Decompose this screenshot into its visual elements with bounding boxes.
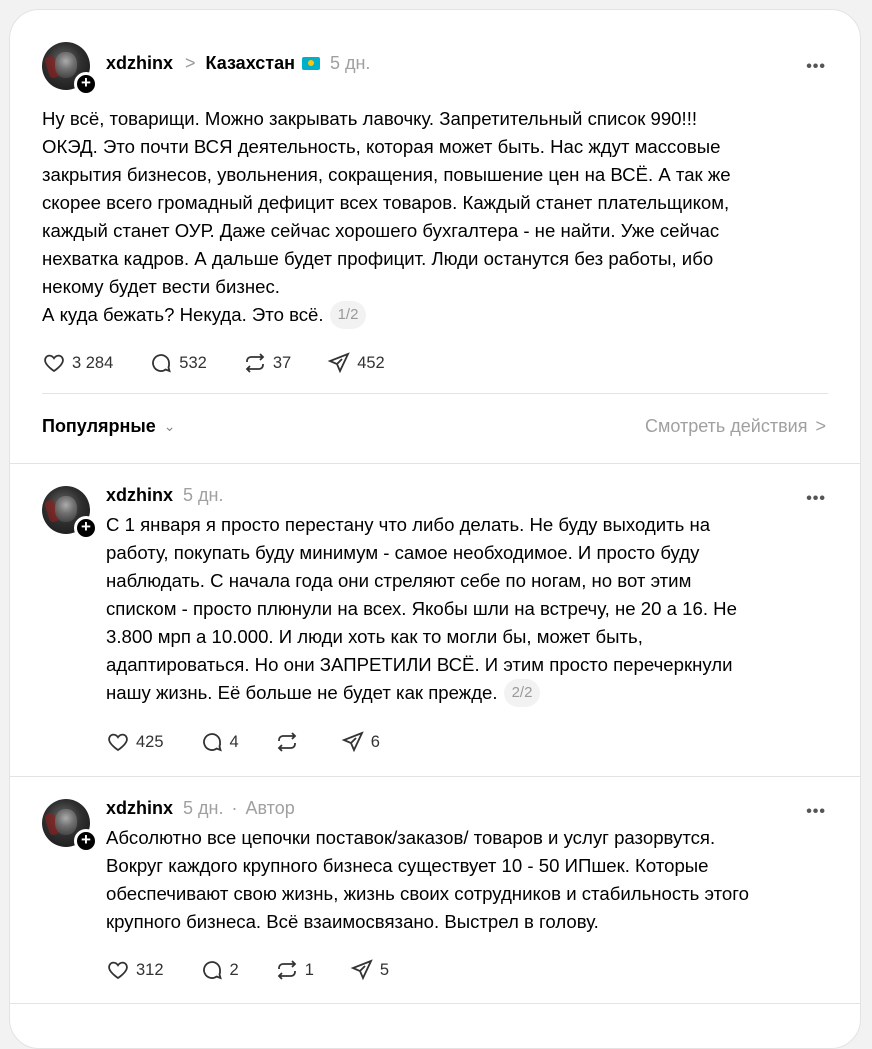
username[interactable]: xdzhinx xyxy=(106,485,173,506)
post-actions: 3 284 532 37 452 xyxy=(42,351,421,375)
share-button[interactable]: 5 xyxy=(350,958,389,982)
reply-count: 532 xyxy=(179,353,207,372)
repost-count: 1 xyxy=(304,960,314,979)
more-options-icon[interactable]: ••• xyxy=(806,490,826,508)
post-time: 5 дн. xyxy=(329,53,371,73)
reply-count: 2 xyxy=(229,960,239,979)
repost-icon xyxy=(245,353,265,373)
divider xyxy=(42,393,828,394)
send-icon xyxy=(327,352,350,374)
reply-text: Абсолютно все цепочки поставок/заказов/ … xyxy=(106,827,749,932)
share-button[interactable]: 452 xyxy=(327,351,385,375)
chevron-right-icon: > xyxy=(185,53,196,73)
heart-icon xyxy=(108,733,128,752)
reply-header: xdzhinx 5 дн. xyxy=(106,485,223,506)
post-header: xdzhinx > Казахстан 5 дн. xyxy=(106,53,370,74)
send-icon xyxy=(350,959,373,981)
share-count: 5 xyxy=(379,960,390,979)
post-body: Ну всё, товарищи. Можно закрывать лавочк… xyxy=(42,108,731,325)
post-time: 5 дн. xyxy=(183,798,224,818)
comment-icon xyxy=(202,733,222,752)
send-icon xyxy=(341,731,364,753)
reply-header: xdzhinx 5 дн. · Автор xyxy=(106,798,295,819)
thread-card: + xdzhinx > Казахстан 5 дн. ••• Ну всё, … xyxy=(9,9,861,1049)
follow-plus-icon[interactable]: + xyxy=(74,829,98,853)
repost-button[interactable] xyxy=(275,730,305,754)
avatar[interactable]: + xyxy=(42,799,98,853)
reply-post: + xdzhinx 5 дн. ••• С 1 января я просто … xyxy=(10,464,860,776)
share-count: 6 xyxy=(370,732,380,751)
reply-count: 4 xyxy=(229,732,239,751)
like-button[interactable]: 425 xyxy=(106,730,164,754)
reply-button[interactable]: 532 xyxy=(149,351,207,375)
reply-actions: 312 2 1 5 xyxy=(106,958,425,982)
view-activity-label: Смотреть действия xyxy=(645,416,808,436)
heart-icon xyxy=(44,354,64,373)
like-button[interactable]: 312 xyxy=(106,958,164,982)
reply-button[interactable]: 2 xyxy=(200,958,239,982)
comment-icon xyxy=(202,961,222,980)
username[interactable]: xdzhinx xyxy=(106,798,173,819)
kazakhstan-flag-icon xyxy=(301,57,320,70)
share-button[interactable]: 6 xyxy=(341,730,380,754)
share-count: 452 xyxy=(357,353,385,372)
reply-text: С 1 января я просто перестану что либо д… xyxy=(106,511,836,707)
repost-button[interactable]: 37 xyxy=(243,351,291,375)
chevron-right-icon: > xyxy=(815,416,826,436)
chevron-down-icon: ⌄ xyxy=(163,418,176,434)
repost-icon xyxy=(277,732,296,752)
more-options-icon[interactable]: ••• xyxy=(806,58,826,76)
more-options-icon[interactable]: ••• xyxy=(806,803,826,821)
separator-dot: · xyxy=(231,798,238,818)
reply-actions: 425 4 6 xyxy=(106,730,416,754)
repost-icon xyxy=(277,960,296,980)
reply-post: + xdzhinx 5 дн. · Автор ••• Абсолютно вс… xyxy=(10,777,860,1007)
like-count: 425 xyxy=(136,732,164,751)
author-badge: Автор xyxy=(245,798,295,818)
reply-body: С 1 января я просто перестану что либо д… xyxy=(106,514,737,703)
main-post: + xdzhinx > Казахстан 5 дн. ••• Ну всё, … xyxy=(10,10,860,400)
sort-dropdown[interactable]: Популярные ⌄ xyxy=(42,416,176,437)
post-time: 5 дн. xyxy=(183,485,224,505)
comment-icon xyxy=(152,354,172,373)
repost-count: 37 xyxy=(272,353,292,372)
like-button[interactable]: 3 284 xyxy=(42,351,113,375)
view-activity-link[interactable]: Смотреть действия > xyxy=(645,416,826,437)
thread-pager: 2/2 xyxy=(503,679,541,707)
avatar[interactable]: + xyxy=(42,486,98,540)
sort-label: Популярные xyxy=(42,416,156,436)
post-text: Ну всё, товарищи. Можно закрывать лавочк… xyxy=(42,105,832,329)
follow-plus-icon[interactable]: + xyxy=(74,72,98,96)
heart-icon xyxy=(108,961,128,980)
like-count: 312 xyxy=(136,960,164,979)
thread-pager: 1/2 xyxy=(329,301,367,329)
repost-button[interactable]: 1 xyxy=(275,958,314,982)
avatar[interactable]: + xyxy=(42,42,98,96)
topic-tag[interactable]: Казахстан xyxy=(206,53,295,74)
like-count: 3 284 xyxy=(72,353,114,372)
divider xyxy=(10,1003,860,1004)
username[interactable]: xdzhinx xyxy=(106,53,173,74)
reply-button[interactable]: 4 xyxy=(200,730,239,754)
follow-plus-icon[interactable]: + xyxy=(74,516,98,540)
